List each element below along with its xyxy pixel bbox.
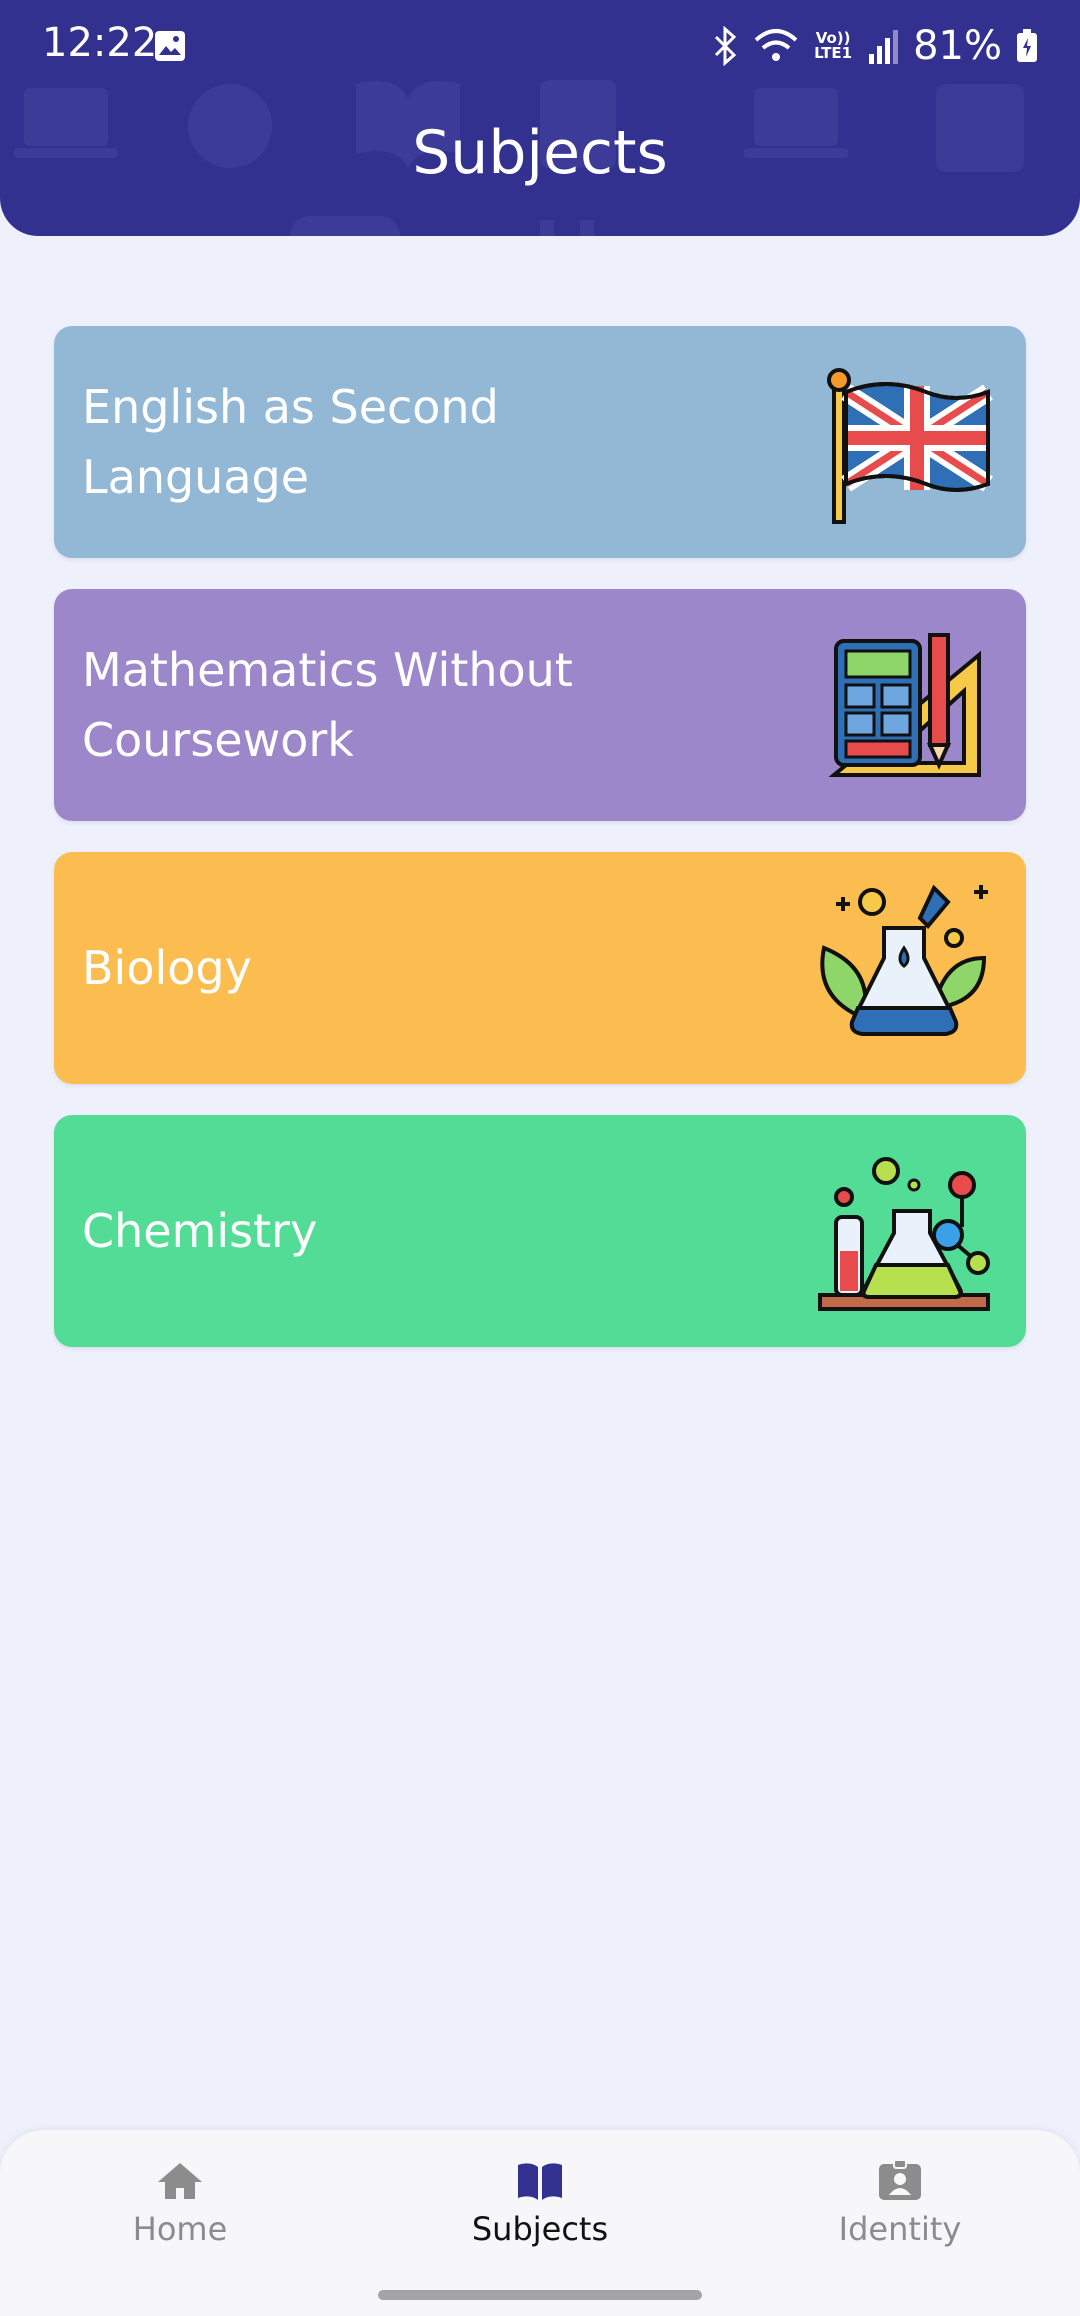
subject-label: Mathematics Without Coursework: [82, 643, 573, 767]
nav-label: Subjects: [471, 2210, 609, 2248]
app-header: 12:22 Vo)) LTE1 81% Subjects: [0, 0, 1080, 236]
network-label: Vo)) LTE1: [814, 29, 853, 62]
status-bar: 12:22 Vo)) LTE1 81%: [0, 0, 1080, 92]
nav-item-home[interactable]: Home: [60, 2160, 300, 2270]
battery-charging-icon: [1017, 29, 1037, 62]
bottom-navigation: Home Subjects Identity: [0, 2130, 1080, 2316]
nav-item-identity[interactable]: Identity: [780, 2160, 1020, 2270]
subject-label: Chemistry: [82, 1204, 318, 1258]
calculator-ruler-icon: [828, 633, 981, 777]
page-title: Subjects: [412, 118, 668, 188]
nav-item-subjects[interactable]: Subjects: [420, 2160, 660, 2270]
home-indicator-bar[interactable]: [378, 2290, 702, 2300]
subject-card-chemistry[interactable]: Chemistry: [54, 1115, 1026, 1347]
book-icon: [518, 2163, 562, 2200]
union-jack-flag-icon: [827, 368, 993, 524]
lab-equipment-icon: [818, 1157, 990, 1311]
home-icon: [158, 2163, 202, 2199]
signal-icon: [869, 30, 899, 64]
wifi-icon: [754, 29, 798, 61]
subject-card-biology[interactable]: Biology: [54, 852, 1026, 1084]
bluetooth-icon: [715, 26, 737, 66]
image-icon: [155, 31, 185, 61]
id-badge-icon: [879, 2160, 921, 2200]
subject-label: Biology: [82, 941, 252, 995]
battery-percent: 81%: [913, 23, 1002, 69]
status-icons: Vo)) LTE1 81%: [713, 18, 1038, 74]
nav-label: Home: [132, 2210, 228, 2248]
status-time: 12:22: [42, 20, 158, 66]
subject-card-mathematics[interactable]: Mathematics Without Coursework: [54, 589, 1026, 821]
subject-card-english[interactable]: English as Second Language: [54, 326, 1026, 558]
flask-leaves-icon: [820, 884, 988, 1036]
subject-label: English as Second Language: [82, 380, 499, 504]
nav-label: Identity: [838, 2210, 962, 2248]
